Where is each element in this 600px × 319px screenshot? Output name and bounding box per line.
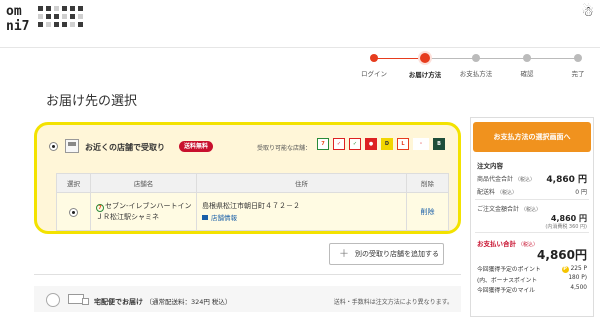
- bonus-label: (内、ボーナスポイント: [477, 278, 538, 284]
- table-header: 住所: [196, 173, 407, 193]
- subtotal-value: 4,860 円: [546, 175, 587, 185]
- store-select-radio[interactable]: [69, 208, 78, 217]
- logo-line-2: ni7: [6, 19, 30, 34]
- store-table: 選択 店舗名 住所 削除 7 セブン-イレブンハートイン ＪＲ松江駅シャミネ 島根…: [56, 173, 449, 231]
- dot-pattern-icon: [38, 6, 83, 27]
- store-name-line-2: ＪＲ松江駅シャミネ: [96, 212, 159, 221]
- page-title: お届け先の選択: [46, 94, 138, 109]
- store-name-cell: 7 セブン-イレブンハートイン ＪＲ松江駅シャミネ: [90, 192, 197, 231]
- omni7-logo[interactable]: om ni7: [6, 4, 32, 34]
- store-info-label: 店舗情報: [211, 213, 237, 222]
- select-cell: [56, 192, 91, 231]
- step-payment: お支払方法: [451, 53, 501, 78]
- bonus-row: (内、ボーナスポイント 180 P): [477, 275, 587, 284]
- shipping-note: 送料・手数料は注文方法により異なります。: [333, 299, 453, 306]
- points-value: P 225 P: [561, 266, 587, 273]
- step-dot-icon: [370, 54, 378, 62]
- info-icon: [202, 214, 208, 220]
- step-confirm: 確認: [502, 53, 552, 78]
- divider: [34, 274, 461, 275]
- add-store-label: 別の受取り店舗を追加する: [355, 250, 439, 258]
- store-pickup-title: お近くの店舗で受取り: [85, 143, 165, 152]
- step-label: お支払方法: [459, 70, 493, 78]
- store-name-line-1: セブン-イレブンハートイン: [105, 201, 192, 210]
- subtotal-label: 商品代金合計 （税込）: [477, 176, 536, 183]
- akachan-honpo-icon: ◦: [413, 138, 429, 150]
- home-delivery-radio[interactable]: [46, 293, 60, 307]
- checkout-steps: ログイン お届け方法 お支払方法 確認 完了: [360, 53, 592, 83]
- ito-yokado-icon: ✓: [333, 138, 345, 150]
- address-cell: 島根県松江市朝日町４７２－２ 店舗情報: [196, 192, 407, 231]
- step-label: お届け方法: [408, 71, 442, 79]
- shipping-row: 配送料 （税込） 0 円: [477, 187, 587, 197]
- step-delivery: お届け方法: [400, 53, 450, 79]
- point-icon: P: [561, 266, 569, 273]
- sogo-seibu-icon: ✓: [349, 138, 361, 150]
- step-dot-icon: [523, 54, 531, 62]
- store-info-link[interactable]: 店舗情報: [202, 214, 237, 222]
- table-header: 削除: [406, 173, 449, 193]
- order-details-heading: 注文内容: [477, 162, 503, 170]
- subtotal-row: 商品代金合計 （税込） 4,860 円: [477, 174, 587, 185]
- store-icon: [65, 139, 79, 153]
- table-row: 7 セブン-イレブンハートイン ＪＲ松江駅シャミネ 島根県松江市朝日町４７２－２ …: [56, 192, 449, 231]
- order-total-label: ご注文金額合計 （税込）: [477, 206, 542, 213]
- seven-eleven-icon: 7: [96, 203, 104, 212]
- points-value-row: P 225 P: [477, 266, 587, 275]
- table-header-row: 選択 店舗名 住所 削除: [56, 173, 449, 193]
- miles-label: 今回獲得予定のマイル: [477, 288, 535, 294]
- denny's-icon: D: [381, 138, 393, 150]
- step-label: 完了: [571, 70, 585, 78]
- barneys-icon: B: [433, 138, 445, 150]
- order-summary: お支払方法の選択画面へ 注文内容 商品代金合計 （税込） 4,860 円 配送料（…: [470, 117, 594, 317]
- store-address: 島根県松江市朝日町４７２－２: [202, 201, 300, 210]
- home-delivery-fee: （通常配送料：324円 税込）: [145, 298, 232, 306]
- store-pickup-panel: お近くの店舗で受取り 送料無料 受取り可能な店舗： 7 ✓ ✓ ● D L ◦ …: [34, 122, 461, 234]
- loft-icon: L: [397, 138, 409, 150]
- order-total-tax-note: (内消費税 360 円): [545, 224, 587, 230]
- step-label: ログイン: [361, 70, 387, 78]
- shipping-label: 配送料 （税込）: [477, 189, 518, 196]
- table-header: 選択: [56, 173, 91, 193]
- miles-row: 今回獲得予定のマイル 4,500: [477, 285, 587, 294]
- york-benimaru-icon: ●: [365, 138, 377, 150]
- add-store-button[interactable]: ＋ 別の受取り店舗を追加する: [329, 243, 444, 265]
- store-pickup-radio[interactable]: [49, 142, 58, 151]
- to-payment-button[interactable]: お支払方法の選択画面へ: [473, 122, 591, 152]
- delete-link[interactable]: 削除: [406, 192, 449, 231]
- plus-icon: ＋: [339, 249, 349, 260]
- logo-line-1: om: [6, 4, 22, 19]
- table-header: 店舗名: [90, 173, 197, 193]
- home-delivery-title: 宅配便でお届け （通常配送料：324円 税込）: [94, 296, 231, 307]
- home-delivery-label: 宅配便でお届け: [94, 298, 143, 306]
- step-dot-icon: [420, 53, 430, 63]
- step-dot-icon: [574, 54, 582, 62]
- store-logos: 7 ✓ ✓ ● D L ◦ B: [317, 138, 449, 150]
- bonus-value: 180 P): [568, 275, 587, 281]
- site-header: om ni7 ☃: [0, 0, 600, 48]
- step-label: 確認: [520, 70, 534, 78]
- step-login: ログイン: [349, 53, 399, 78]
- mascot-icon: ☃: [581, 4, 594, 20]
- seven-eleven-icon: 7: [317, 138, 329, 150]
- miles-value: 4,500: [570, 285, 587, 291]
- available-stores-label: 受取り可能な店舗：: [257, 145, 312, 152]
- payment-total-value: 4,860円: [537, 248, 587, 262]
- shipping-value: 0 円: [575, 189, 587, 196]
- truck-icon: [68, 294, 89, 305]
- step-dot-icon: [472, 54, 480, 62]
- step-complete: 完了: [553, 53, 600, 78]
- store-pickup-header[interactable]: お近くの店舗で受取り 送料無料 受取り可能な店舗： 7 ✓ ✓ ● D L ◦ …: [45, 135, 455, 159]
- free-shipping-badge: 送料無料: [179, 141, 214, 152]
- payment-total-label: お支払い合計 （税込）: [477, 240, 539, 248]
- home-delivery-option[interactable]: 宅配便でお届け （通常配送料：324円 税込） 送料・手数料は注文方法により異な…: [34, 286, 461, 312]
